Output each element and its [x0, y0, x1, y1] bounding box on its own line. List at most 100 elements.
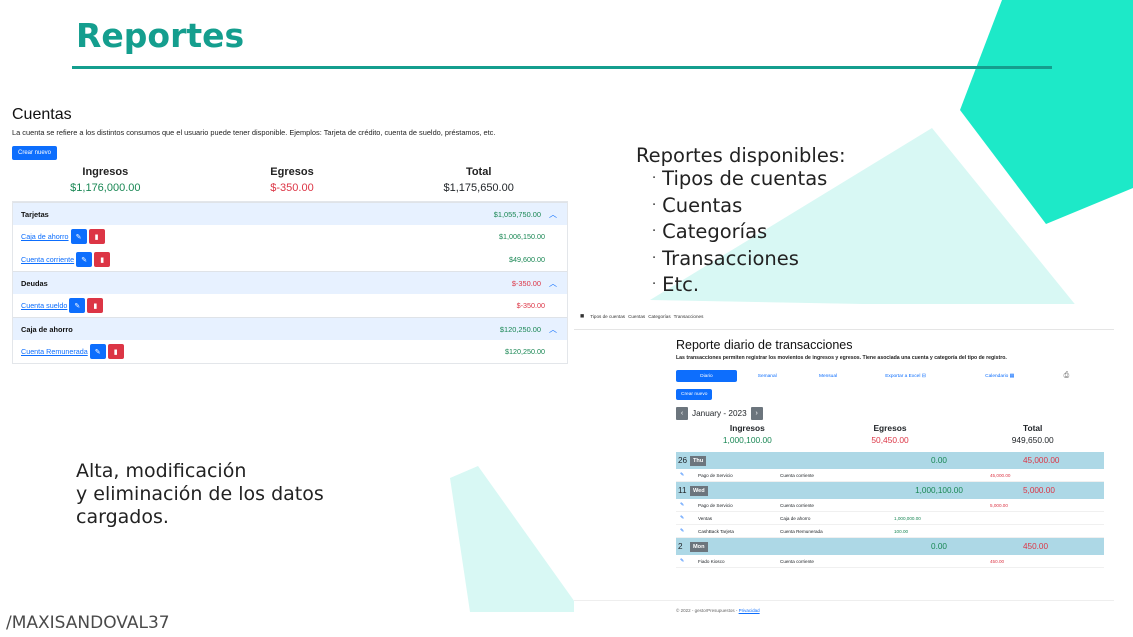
total-value: 949,650.00: [1011, 435, 1054, 445]
tab-diario[interactable]: Diario: [676, 370, 737, 382]
account-row: Cuenta corriente ✎ ▮ $49,600.00: [13, 248, 567, 271]
group-name: Tarjetas: [21, 209, 49, 219]
reporte-panel: ■ Tipos de cuentas Cuentas Categorías Tr…: [574, 304, 1114, 620]
day-number: 26: [678, 456, 688, 465]
abm-line: cargados.: [76, 506, 169, 528]
account-link[interactable]: Cuenta corriente: [21, 255, 74, 264]
chevron-up-icon[interactable]: ︿: [549, 324, 557, 335]
transaction-in: 100.00: [894, 528, 909, 534]
day-header: 2 Mon 0.00 450.00: [676, 538, 1104, 555]
account-row: Cuenta sueldo ✎ ▮ $-350.00: [13, 294, 567, 317]
day-egresos: 450.00: [1023, 542, 1049, 551]
slide-title: Reportes: [76, 16, 245, 55]
tab-exportar-excel[interactable]: Exportar a Excel ⊟: [858, 370, 952, 382]
ingresos-label: Ingresos: [729, 423, 765, 433]
abm-line: Alta, modificación: [76, 460, 247, 482]
chevron-left-icon[interactable]: ‹: [676, 407, 688, 420]
egresos-label: Egresos: [270, 166, 314, 178]
account-amount: $1,006,150.00: [499, 232, 545, 241]
days-list: 26 Thu 0.00 45,000.00 ✎ Pago de Servicio…: [676, 452, 1104, 568]
nav-link-tipos[interactable]: Tipos de cuentas: [590, 314, 625, 319]
transaction-row: ✎ Fiado Kiosco Cuenta corriente 450.00: [676, 555, 1104, 568]
account-amount: $-350.00: [516, 301, 545, 310]
account-link[interactable]: Cuenta Remunerada: [21, 347, 88, 356]
print-icon[interactable]: ⎙: [1047, 370, 1086, 382]
edit-icon[interactable]: ✎: [89, 344, 106, 359]
edit-icon[interactable]: ✎: [676, 515, 686, 521]
reports-list-item: Cuentas: [652, 194, 827, 221]
nav-link-cuentas[interactable]: Cuentas: [628, 314, 645, 319]
excel-icon: ⊟: [921, 373, 926, 379]
tab-label: Calendario: [985, 373, 1009, 379]
transaction-account: Cuenta corriente: [780, 472, 814, 478]
edit-icon[interactable]: ✎: [676, 472, 686, 478]
transaction-account: Caja de ahorro: [780, 515, 811, 521]
group-header-deudas[interactable]: Deudas $-350.00 ︿: [13, 271, 567, 294]
day-ingresos: 0.00: [931, 456, 947, 465]
reporte-summary: Ingresos 1,000,100.00 Egresos 50,450.00 …: [676, 423, 1104, 445]
edit-icon[interactable]: ✎: [676, 502, 686, 508]
account-amount: $120,250.00: [505, 347, 545, 356]
ingresos-label: Ingresos: [82, 166, 129, 178]
account-link[interactable]: Caja de ahorro: [21, 232, 69, 241]
footer-divider: [574, 600, 1114, 601]
day-header: 11 Wed 1,000,100.00 5,000.00: [676, 482, 1104, 499]
crear-nuevo-button[interactable]: Crear nuevo: [676, 389, 713, 400]
trash-icon[interactable]: ▮: [87, 298, 104, 313]
tab-mensual[interactable]: Mensual: [798, 370, 859, 382]
edit-icon[interactable]: ✎: [676, 558, 686, 564]
chevron-up-icon[interactable]: ︿: [549, 278, 557, 289]
abm-caption: Alta, modificación y eliminación de los …: [76, 460, 324, 529]
tab-label: Exportar a Excel: [885, 373, 921, 379]
egresos-value: $-350.00: [270, 182, 314, 194]
accounts-accordion: Tarjetas $1,055,750.00 ︿ Caja de ahorro …: [12, 201, 568, 364]
group-header-tarjetas[interactable]: Tarjetas $1,055,750.00 ︿: [13, 202, 567, 225]
day-name-badge: Wed: [690, 485, 708, 496]
month-label: January - 2023: [692, 409, 747, 418]
reporte-title: Reporte diario de transacciones: [676, 338, 853, 352]
day-header: 26 Thu 0.00 45,000.00: [676, 452, 1104, 469]
crear-nuevo-button[interactable]: Crear nuevo: [12, 146, 58, 160]
tab-semanal[interactable]: Semanal: [737, 370, 798, 382]
title-divider: [72, 66, 1052, 69]
egresos-label: Egresos: [873, 423, 907, 433]
reports-list: Tipos de cuentas Cuentas Categorías Tran…: [652, 167, 827, 300]
edit-icon[interactable]: ✎: [69, 298, 86, 313]
total-value: $1,175,650.00: [443, 182, 514, 194]
tab-calendario[interactable]: Calendario ▦: [953, 370, 1047, 382]
reports-list-item: Tipos de cuentas: [652, 167, 827, 194]
account-amount: $49,600.00: [509, 255, 545, 264]
group-total: $120,250.00: [499, 324, 541, 334]
calendar-icon: ▦: [1009, 373, 1015, 379]
transaction-in: 1,000,000.00: [894, 515, 921, 521]
abm-line: y eliminación de los datos: [76, 483, 324, 505]
transaction-category: Pago de Servicio: [698, 502, 733, 508]
total-label: Total: [1022, 423, 1043, 433]
chevron-right-icon[interactable]: ›: [750, 407, 763, 420]
transaction-row: ✎ CashBack Tarjeta Cuenta Remunerada 100…: [676, 525, 1104, 538]
cuentas-description: La cuenta se refiere a los distintos con…: [12, 128, 496, 137]
day-number: 2: [678, 542, 683, 551]
nav-link-transacciones[interactable]: Transacciones: [674, 314, 704, 319]
ingresos-value: $1,176,000.00: [70, 182, 141, 194]
egresos-value: 50,450.00: [871, 435, 909, 445]
edit-icon[interactable]: ✎: [676, 528, 686, 534]
nav-link-categorias[interactable]: Categorías: [648, 314, 670, 319]
home-icon[interactable]: ■: [580, 313, 584, 320]
navbar: ■ Tipos de cuentas Cuentas Categorías Tr…: [574, 304, 1114, 330]
trash-icon[interactable]: ▮: [107, 344, 124, 359]
privacy-link[interactable]: Privacidad: [739, 608, 760, 613]
transaction-out: 5,000.00: [990, 502, 1008, 508]
trash-icon[interactable]: ▮: [94, 252, 111, 267]
trash-icon[interactable]: ▮: [88, 229, 105, 244]
chevron-up-icon[interactable]: ︿: [549, 209, 557, 220]
edit-icon[interactable]: ✎: [70, 229, 87, 244]
edit-icon[interactable]: ✎: [76, 252, 93, 267]
transaction-account: Cuenta Remunerada: [780, 528, 823, 534]
group-header-caja-de-ahorro[interactable]: Caja de ahorro $120,250.00 ︿: [13, 317, 567, 340]
day-name-badge: Thu: [690, 455, 707, 466]
transaction-out: 450.00: [990, 558, 1005, 564]
account-link[interactable]: Cuenta sueldo: [21, 301, 67, 310]
reports-heading: Reportes disponibles:: [636, 144, 846, 167]
reports-list-item: Transacciones: [652, 247, 827, 274]
